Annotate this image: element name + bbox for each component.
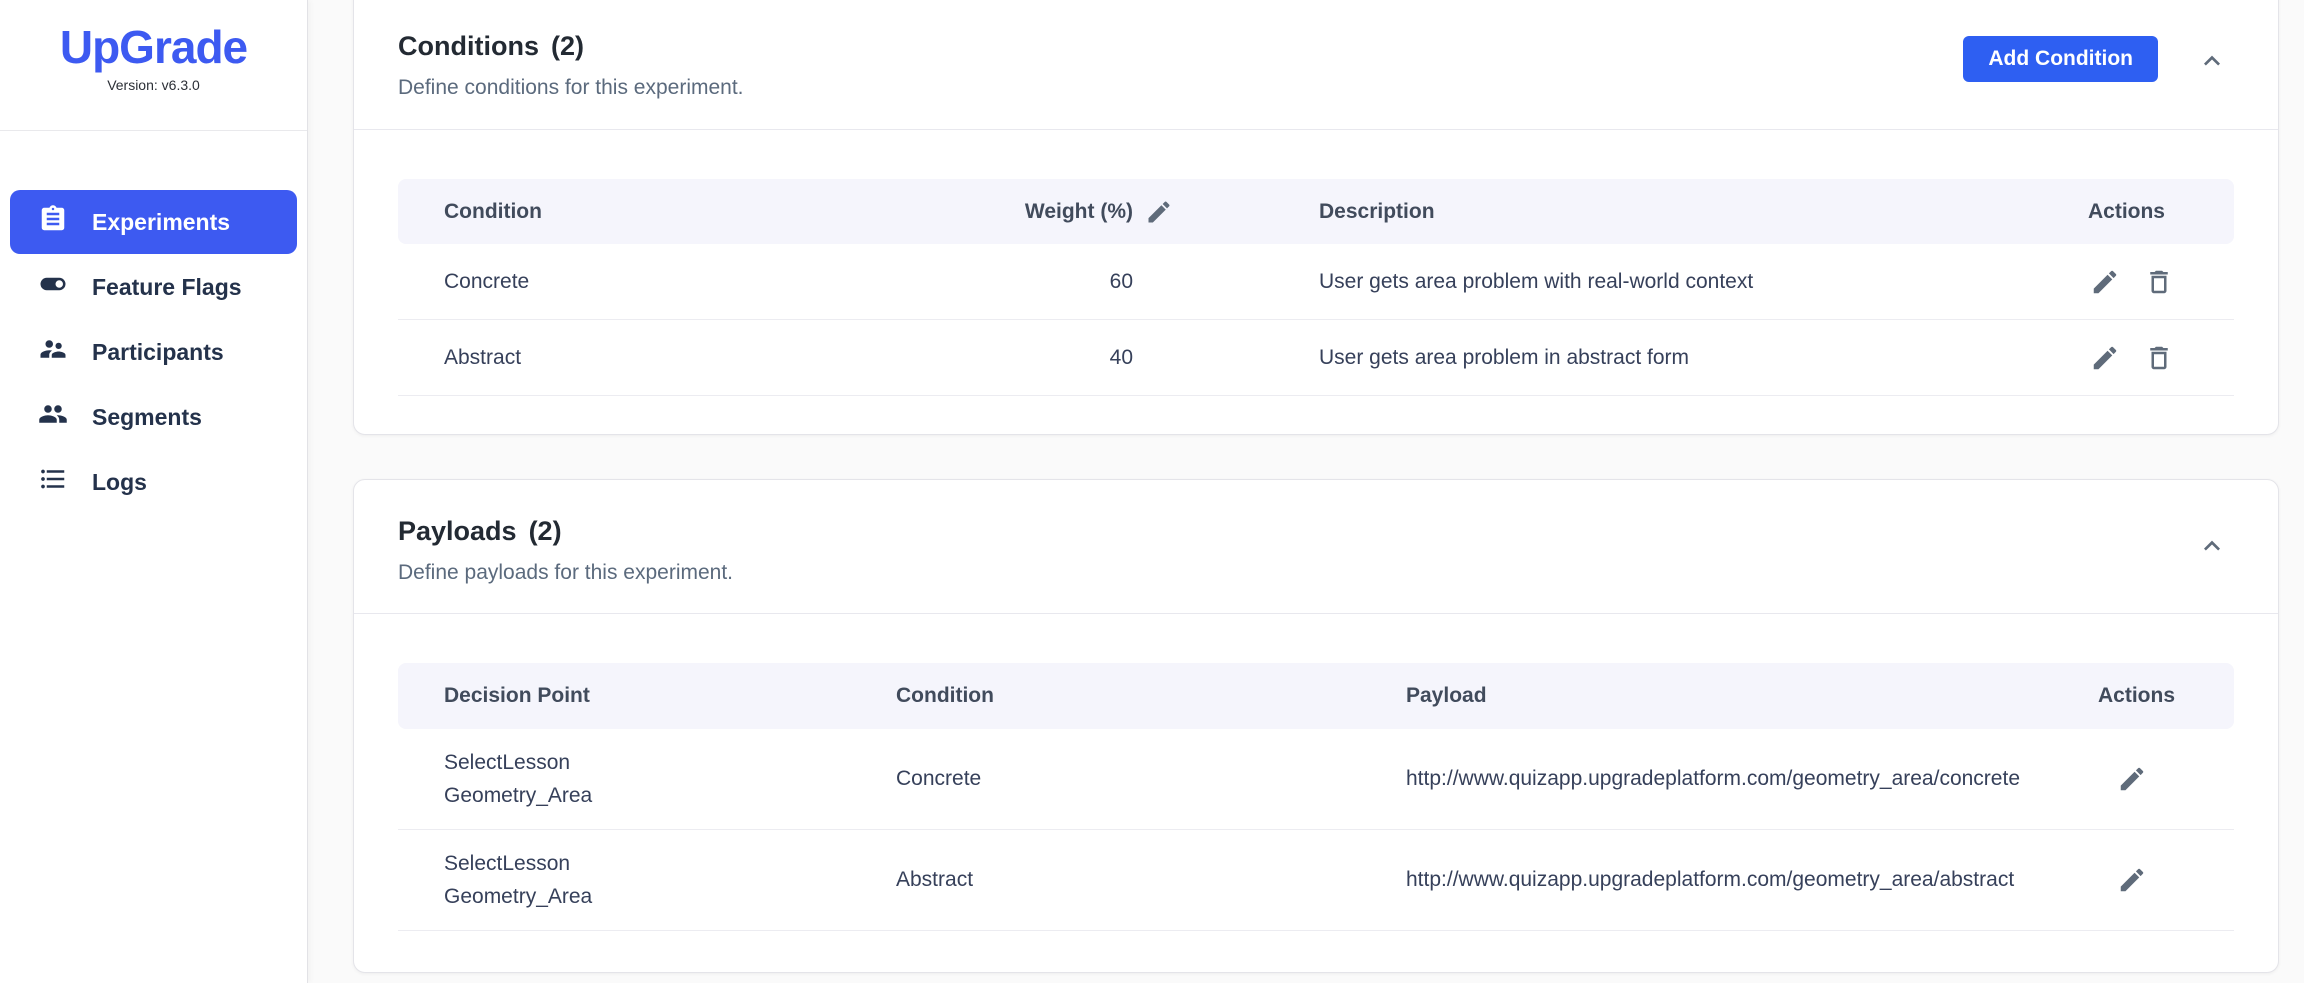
payloads-card: Payloads (2) Define payloads for this ex… xyxy=(353,479,2279,973)
sidebar-item-label: Experiments xyxy=(92,209,230,236)
conditions-count: (2) xyxy=(551,31,584,62)
trash-icon xyxy=(2144,285,2174,300)
conditions-subtitle: Define conditions for this experiment. xyxy=(398,76,744,100)
pencil-icon xyxy=(2090,285,2120,300)
payload-row: SelectLesson Geometry_Area Concrete http… xyxy=(398,729,2234,830)
payload-value: http://www.quizapp.upgradeplatform.com/g… xyxy=(1360,868,2098,892)
condition-row: Abstract 40 User gets area problem in ab… xyxy=(398,320,2234,396)
pencil-icon xyxy=(2117,782,2147,797)
sidebar-item-experiments[interactable]: Experiments xyxy=(10,190,297,254)
column-header-payload: Payload xyxy=(1360,684,2098,708)
app-logo: UpGrade xyxy=(0,22,307,73)
toggle-icon xyxy=(38,269,68,305)
pencil-icon xyxy=(2117,883,2147,898)
condition-description: User gets area problem with real-world c… xyxy=(1173,270,2038,294)
sidebar-item-label: Logs xyxy=(92,469,147,496)
conditions-card: Conditions (2) Define conditions for thi… xyxy=(353,0,2279,435)
payloads-title: Payloads xyxy=(398,516,517,547)
edit-condition-button[interactable] xyxy=(2090,267,2120,297)
decision-point-cell: SelectLesson Geometry_Area xyxy=(398,746,850,812)
payloads-table-header: Decision Point Condition Payload Actions xyxy=(398,663,2234,729)
payloads-subtitle: Define payloads for this experiment. xyxy=(398,561,733,585)
payloads-header-divider xyxy=(354,613,2278,614)
payloads-count: (2) xyxy=(529,516,562,547)
sidebar-item-label: Participants xyxy=(92,339,224,366)
group-icon xyxy=(38,399,68,435)
clipboard-icon xyxy=(38,204,68,240)
payloads-card-header: Payloads (2) Define payloads for this ex… xyxy=(354,480,2278,585)
app-version: Version: v6.3.0 xyxy=(0,77,307,93)
list-icon xyxy=(38,464,68,500)
conditions-header-divider xyxy=(354,129,2278,130)
sidebar-nav: Experiments Feature Flags Participants S… xyxy=(0,131,307,514)
payload-condition: Concrete xyxy=(850,767,1360,791)
payloads-collapse-button[interactable] xyxy=(2196,530,2228,565)
conditions-collapse-button[interactable] xyxy=(2196,45,2228,80)
payload-condition: Abstract xyxy=(850,868,1360,892)
conditions-table: Condition Weight (%) Description Actions… xyxy=(398,179,2234,396)
column-header-actions: Actions xyxy=(2038,200,2234,224)
payload-row: SelectLesson Geometry_Area Abstract http… xyxy=(398,830,2234,931)
delete-condition-button[interactable] xyxy=(2144,267,2174,297)
sidebar-item-label: Segments xyxy=(92,404,202,431)
column-header-description: Description xyxy=(1173,200,2038,224)
payloads-table: Decision Point Condition Payload Actions… xyxy=(398,663,2234,931)
condition-weight: 40 xyxy=(858,346,1173,370)
sidebar: UpGrade Version: v6.3.0 Experiments Feat… xyxy=(0,0,308,983)
people-icon xyxy=(38,334,68,370)
condition-row: Concrete 60 User gets area problem with … xyxy=(398,244,2234,320)
edit-condition-button[interactable] xyxy=(2090,343,2120,373)
condition-weight: 60 xyxy=(858,270,1173,294)
main-content: Conditions (2) Define conditions for thi… xyxy=(308,0,2304,983)
edit-payload-button[interactable] xyxy=(2117,764,2147,794)
sidebar-item-participants[interactable]: Participants xyxy=(10,320,297,384)
sidebar-item-label: Feature Flags xyxy=(92,274,242,301)
column-header-condition: Condition xyxy=(398,200,858,224)
logo-box: UpGrade Version: v6.3.0 xyxy=(0,0,307,131)
sidebar-item-feature-flags[interactable]: Feature Flags xyxy=(10,255,297,319)
conditions-card-header: Conditions (2) Define conditions for thi… xyxy=(354,0,2278,100)
trash-icon xyxy=(2144,361,2174,376)
delete-condition-button[interactable] xyxy=(2144,343,2174,373)
sidebar-item-segments[interactable]: Segments xyxy=(10,385,297,449)
edit-payload-button[interactable] xyxy=(2117,865,2147,895)
add-condition-button[interactable]: Add Condition xyxy=(1963,36,2158,82)
sidebar-item-logs[interactable]: Logs xyxy=(10,450,297,514)
pencil-icon xyxy=(2090,361,2120,376)
column-header-decision-point: Decision Point xyxy=(398,684,850,708)
chevron-up-icon xyxy=(2196,65,2228,80)
payload-value: http://www.quizapp.upgradeplatform.com/g… xyxy=(1360,767,2098,791)
conditions-table-header: Condition Weight (%) Description Actions xyxy=(398,179,2234,244)
column-header-weight: Weight (%) xyxy=(858,198,1173,226)
chevron-up-icon xyxy=(2196,550,2228,565)
condition-name: Concrete xyxy=(398,270,858,294)
column-header-actions: Actions xyxy=(2098,684,2234,708)
conditions-title: Conditions xyxy=(398,31,539,62)
edit-weights-icon[interactable] xyxy=(1145,198,1173,226)
decision-point-cell: SelectLesson Geometry_Area xyxy=(398,847,850,913)
condition-name: Abstract xyxy=(398,346,858,370)
column-header-condition: Condition xyxy=(850,684,1360,708)
condition-description: User gets area problem in abstract form xyxy=(1173,346,2038,370)
